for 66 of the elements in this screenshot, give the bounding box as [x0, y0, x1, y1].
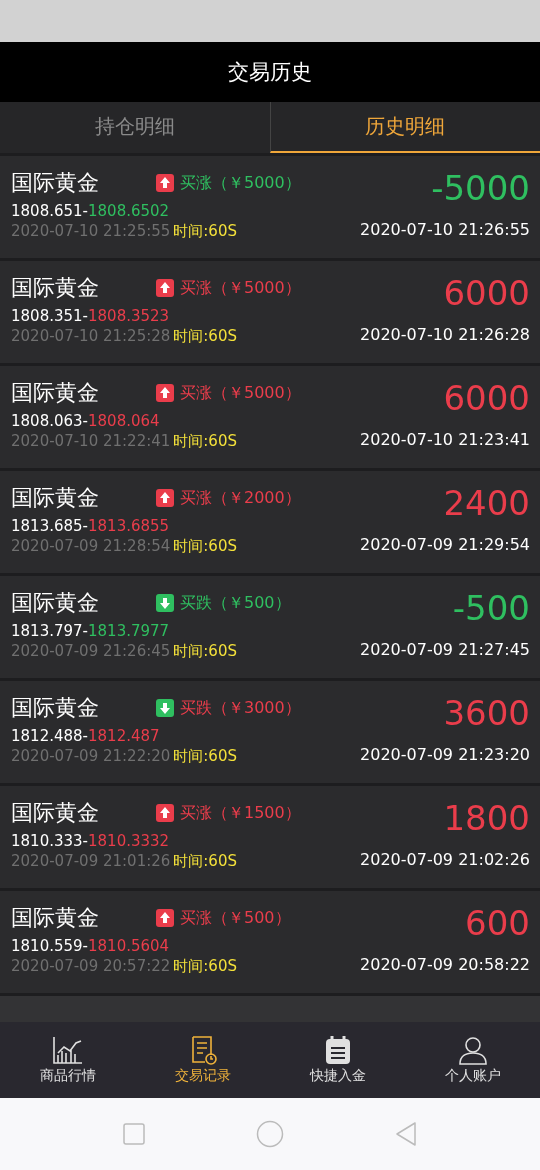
tab[interactable]: 持仓明细: [0, 102, 270, 153]
profit-amount: 6000: [443, 272, 530, 315]
duration: 时间:60S: [173, 327, 237, 346]
profit-amount: 2400: [443, 482, 530, 525]
chart-icon: [50, 1035, 85, 1065]
open-time: 2020-07-09 21:26:45: [11, 642, 171, 661]
profit-amount: 3600: [443, 692, 530, 735]
nav-item[interactable]: 交易记录: [135, 1022, 270, 1098]
profit-amount: 6000: [443, 377, 530, 420]
triangle-icon[interactable]: [394, 1121, 418, 1147]
close-time: 2020-07-09 21:02:26: [360, 850, 530, 869]
duration: 时间:60S: [173, 222, 237, 241]
trade-label: 买涨（￥5000）: [180, 277, 301, 299]
price-range: 1813.797-1813.7977: [11, 622, 171, 640]
open-time: 2020-07-10 21:22:41: [11, 432, 171, 451]
product-name: 国际黄金: [11, 694, 100, 722]
open-time: 2020-07-10 21:25:55: [11, 222, 171, 241]
price-range: 1810.559-1810.5604: [11, 937, 171, 955]
price-range: 1810.333-1810.3332: [11, 832, 171, 850]
profit-amount: 600: [465, 902, 530, 945]
circle-icon[interactable]: [256, 1120, 284, 1148]
profit-amount: -500: [452, 587, 530, 630]
duration: 时间:60S: [173, 957, 237, 976]
profit-amount: 1800: [443, 797, 530, 840]
close-time: 2020-07-09 20:58:22: [360, 955, 530, 974]
price-range: 1808.351-1808.3523: [11, 307, 171, 325]
close-time: 2020-07-10 21:23:41: [360, 430, 530, 449]
trade-label: 买涨（￥5000）: [180, 172, 301, 194]
trade-label: 买跌（￥500）: [180, 592, 291, 614]
page-title: 交易历史: [228, 59, 312, 86]
trade-label: 买涨（￥1500）: [180, 802, 301, 824]
product-name: 国际黄金: [11, 799, 100, 827]
close-time: 2020-07-10 21:26:55: [360, 220, 530, 239]
open-time: 2020-07-10 21:25:28: [11, 327, 171, 346]
close-time: 2020-07-09 21:23:20: [360, 745, 530, 764]
price-range: 1808.651-1808.6502: [11, 202, 171, 220]
price-range: 1808.063-1808.064: [11, 412, 161, 430]
price-range: 1813.685-1813.6855: [11, 517, 171, 535]
open-time: 2020-07-09 20:57:22: [11, 957, 171, 976]
open-time: 2020-07-09 21:22:20: [11, 747, 171, 766]
product-name: 国际黄金: [11, 379, 100, 407]
duration: 时间:60S: [173, 432, 237, 451]
product-name: 国际黄金: [11, 484, 100, 512]
product-name: 国际黄金: [11, 169, 100, 197]
duration: 时间:60S: [173, 642, 237, 661]
close-time: 2020-07-09 21:29:54: [360, 535, 530, 554]
trade-label: 买涨（￥2000）: [180, 487, 301, 509]
nav-item[interactable]: 个人账户: [405, 1022, 540, 1098]
duration: 时间:60S: [173, 852, 237, 871]
product-name: 国际黄金: [11, 589, 100, 617]
trade-label: 买涨（￥5000）: [180, 382, 301, 404]
close-time: 2020-07-10 21:26:28: [360, 325, 530, 344]
product-name: 国际黄金: [11, 274, 100, 302]
price-range: 1812.488-1812.487: [11, 727, 161, 745]
square-icon[interactable]: [122, 1122, 146, 1146]
open-time: 2020-07-09 21:28:54: [11, 537, 171, 556]
nav-item[interactable]: 商品行情: [0, 1022, 135, 1098]
close-time: 2020-07-09 21:27:45: [360, 640, 530, 659]
nav-item[interactable]: 快捷入金: [270, 1022, 405, 1098]
duration: 时间:60S: [173, 537, 237, 556]
profit-amount: -5000: [431, 167, 530, 210]
product-name: 国际黄金: [11, 904, 100, 932]
trade-label: 买跌（￥3000）: [180, 697, 301, 719]
trade-label: 买涨（￥500）: [180, 907, 291, 929]
duration: 时间:60S: [173, 747, 237, 766]
open-time: 2020-07-09 21:01:26: [11, 852, 171, 871]
